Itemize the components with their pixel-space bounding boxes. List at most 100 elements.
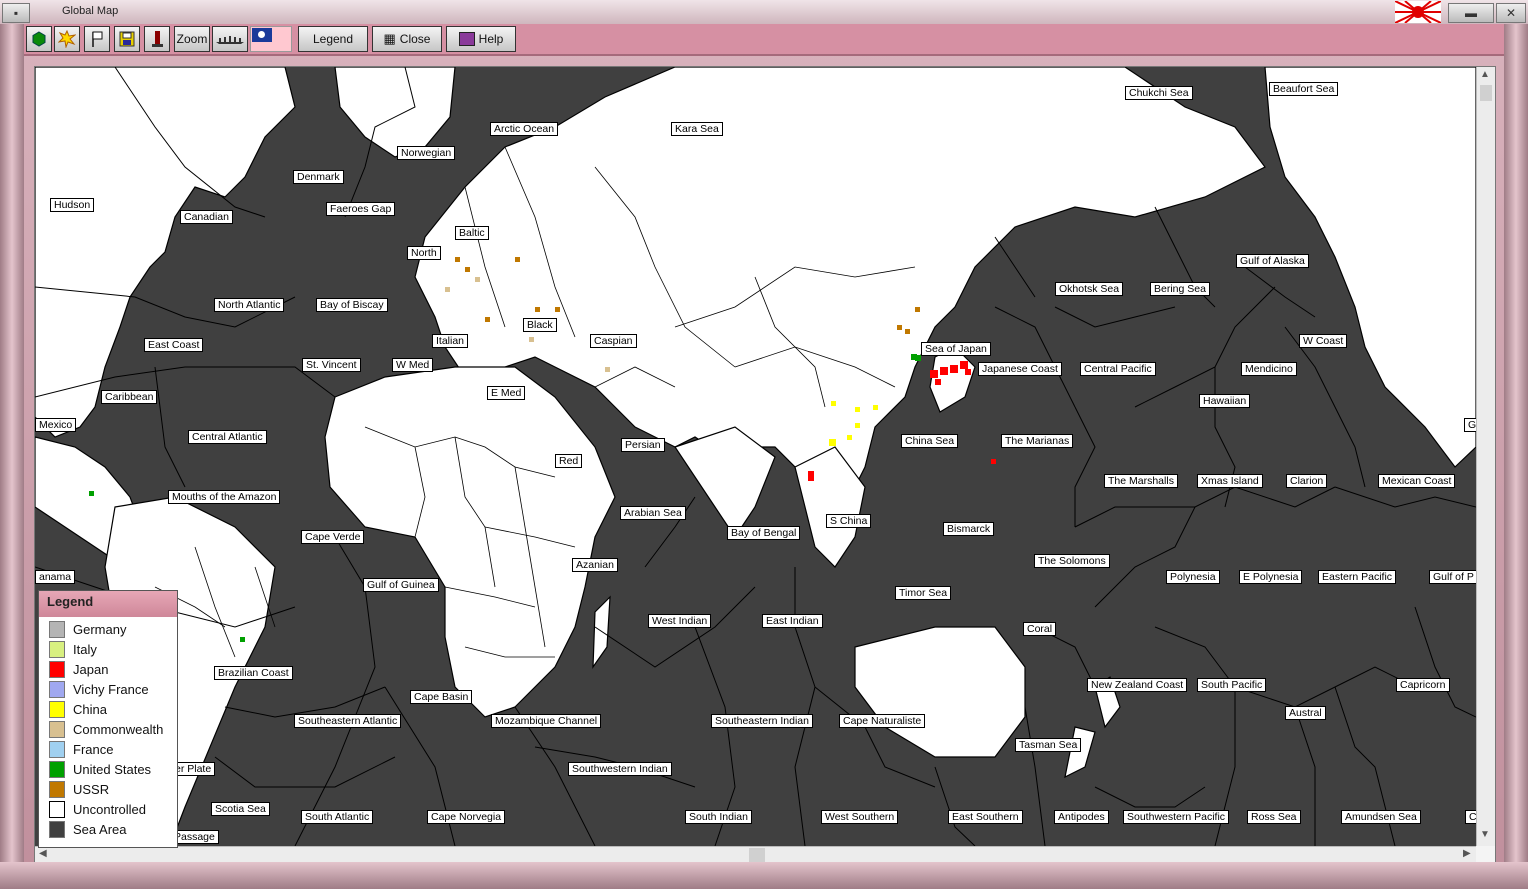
sea-area-label[interactable]: Southwestern Indian <box>568 762 672 776</box>
scroll-right-icon[interactable]: ▶ <box>1463 848 1471 859</box>
sea-area-label[interactable]: St. Vincent <box>302 358 361 372</box>
vertical-scrollbar[interactable]: ▲ ▼ <box>1476 67 1495 846</box>
sea-area-label[interactable]: Brazilian Coast <box>214 666 293 680</box>
sea-area-label[interactable]: Bering Sea <box>1150 282 1210 296</box>
system-menu-icon[interactable]: ▪ <box>2 3 30 23</box>
sea-area-label[interactable]: W Med <box>392 358 434 372</box>
sea-area-label[interactable]: Southwestern Pacific <box>1123 810 1230 824</box>
ships-icon[interactable] <box>212 26 248 52</box>
minimize-button[interactable]: ▬ <box>1448 3 1494 23</box>
sea-area-label[interactable]: Azanian <box>572 558 618 572</box>
sea-area-label[interactable]: Hudson <box>50 198 95 212</box>
sea-area-label[interactable]: China Sea <box>901 434 959 448</box>
sea-area-label[interactable]: South Pacific <box>1197 678 1267 692</box>
sea-area-label[interactable]: Gulf of Alaska <box>1236 254 1309 268</box>
scroll-down-icon[interactable]: ▼ <box>1480 829 1490 840</box>
sea-area-label[interactable]: Sea of Japan <box>921 342 991 356</box>
sea-area-label[interactable]: Hawaiian <box>1199 394 1251 408</box>
sea-area-label[interactable]: Mexico <box>35 418 77 432</box>
hscroll-thumb[interactable] <box>749 848 765 862</box>
sea-area-label[interactable]: Cape Basin <box>410 690 473 704</box>
sea-area-label[interactable]: Southeastern Atlantic <box>294 714 402 728</box>
sea-area-label[interactable]: E Med <box>487 386 526 400</box>
sea-area-label[interactable]: Polynesia <box>1166 570 1220 584</box>
sea-area-label[interactable]: The Marianas <box>1001 434 1074 448</box>
sea-area-label[interactable]: Caspian <box>590 334 637 348</box>
sea-area-label[interactable]: Timor Sea <box>895 586 952 600</box>
sea-area-label[interactable]: South Indian <box>685 810 752 824</box>
sea-area-label[interactable]: Japanese Coast <box>978 362 1062 376</box>
sea-area-label[interactable]: Italian <box>432 334 469 348</box>
sea-area-label[interactable]: E Polynesia <box>1239 570 1303 584</box>
sea-area-label[interactable]: Bismarck <box>943 522 995 536</box>
sea-area-label[interactable]: Okhotsk Sea <box>1055 282 1124 296</box>
sea-area-label[interactable]: Cape Verde <box>301 530 365 544</box>
sea-area-label[interactable]: The Marshalls <box>1104 474 1178 488</box>
sea-area-label[interactable]: Beaufort Sea <box>1269 82 1339 96</box>
sea-area-label[interactable]: Eastern Pacific <box>1318 570 1397 584</box>
sea-area-label[interactable]: East Southern <box>948 810 1023 824</box>
flag-icon[interactable] <box>84 26 110 52</box>
zoom-button[interactable]: Zoom <box>174 26 210 52</box>
sea-area-label[interactable]: Faeroes Gap <box>326 202 396 216</box>
sea-area-label[interactable]: Red <box>555 454 583 468</box>
hexagon-icon[interactable] <box>26 26 52 52</box>
scroll-left-icon[interactable]: ◀ <box>39 848 47 859</box>
sea-area-label[interactable]: Black <box>523 318 557 332</box>
sea-area-label[interactable]: S China <box>826 514 872 528</box>
sea-area-label[interactable]: Arabian Sea <box>620 506 686 520</box>
sea-area-label[interactable]: Ross Sea <box>1247 810 1301 824</box>
sea-area-label[interactable]: Baltic <box>455 226 489 240</box>
sea-area-label[interactable]: W Coast <box>1299 334 1348 348</box>
sea-area-label[interactable]: Gulf of P <box>1429 570 1476 584</box>
sea-area-label[interactable]: Caribbean <box>101 390 158 404</box>
sea-area-label[interactable]: Mouths of the Amazon <box>168 490 281 504</box>
sea-area-label[interactable]: anama <box>35 570 76 584</box>
sea-area-label[interactable]: Denmark <box>293 170 344 184</box>
sea-area-label[interactable]: Cape Norvegia <box>427 810 506 824</box>
sea-area-label[interactable]: Antipodes <box>1054 810 1109 824</box>
sea-area-label[interactable]: Ch <box>1465 810 1476 824</box>
scroll-thumb[interactable] <box>1480 85 1492 101</box>
sea-area-label[interactable]: Central Pacific <box>1080 362 1156 376</box>
scroll-up-icon[interactable]: ▲ <box>1480 69 1490 80</box>
sea-area-label[interactable]: Austral <box>1285 706 1326 720</box>
close-button[interactable]: ▦ Close <box>372 26 442 52</box>
sea-area-label[interactable]: North <box>407 246 441 260</box>
sea-area-label[interactable]: G <box>1464 418 1476 432</box>
close-window-button[interactable]: ✕ <box>1496 3 1526 23</box>
sea-area-label[interactable]: Xmas Island <box>1197 474 1263 488</box>
sea-area-label[interactable]: Clarion <box>1286 474 1328 488</box>
sea-area-label[interactable]: Capricorn <box>1396 678 1450 692</box>
sea-area-label[interactable]: East Indian <box>762 614 823 628</box>
sea-area-label[interactable]: Gulf of Guinea <box>363 578 439 592</box>
tower-icon[interactable] <box>144 26 170 52</box>
sea-area-label[interactable]: East Coast <box>144 338 204 352</box>
sea-area-label[interactable]: Chukchi Sea <box>1125 86 1193 100</box>
sea-area-label[interactable]: South Atlantic <box>301 810 374 824</box>
sea-area-label[interactable]: Arctic Ocean <box>490 122 559 136</box>
sea-area-label[interactable]: Tasman Sea <box>1015 738 1082 752</box>
save-icon[interactable] <box>114 26 140 52</box>
map-viewport[interactable]: Chukchi Sea Beaufort Sea Arctic Ocean Kara … <box>34 66 1496 864</box>
sea-area-label[interactable]: Central Atlantic <box>188 430 267 444</box>
help-button[interactable]: Help <box>446 26 516 52</box>
sea-area-label[interactable]: Cape Naturaliste <box>839 714 926 728</box>
sea-area-label[interactable]: Mozambique Channel <box>491 714 602 728</box>
legend-button[interactable]: Legend <box>298 26 368 52</box>
sea-area-label[interactable]: The Solomons <box>1034 554 1110 568</box>
sea-area-label[interactable]: West Southern <box>821 810 899 824</box>
sea-area-label[interactable]: Mexican Coast <box>1378 474 1456 488</box>
world-map[interactable]: Chukchi Sea Beaufort Sea Arctic Ocean Kara … <box>35 67 1476 846</box>
sea-area-label[interactable]: Southeastern Indian <box>711 714 813 728</box>
sea-area-label[interactable]: Coral <box>1023 622 1057 636</box>
sea-area-label[interactable]: Persian <box>621 438 665 452</box>
sea-area-label[interactable]: Scotia Sea <box>211 802 270 816</box>
sea-area-label[interactable]: Norwegian <box>397 146 456 160</box>
sea-area-label[interactable]: Canadian <box>180 210 233 224</box>
sea-area-label[interactable]: North Atlantic <box>214 298 285 312</box>
sea-area-label[interactable]: Bay of Biscay <box>316 298 388 312</box>
sea-area-label[interactable]: Amundsen Sea <box>1341 810 1421 824</box>
sea-area-label[interactable]: West Indian <box>648 614 712 628</box>
sea-area-label[interactable]: Kara Sea <box>671 122 723 136</box>
